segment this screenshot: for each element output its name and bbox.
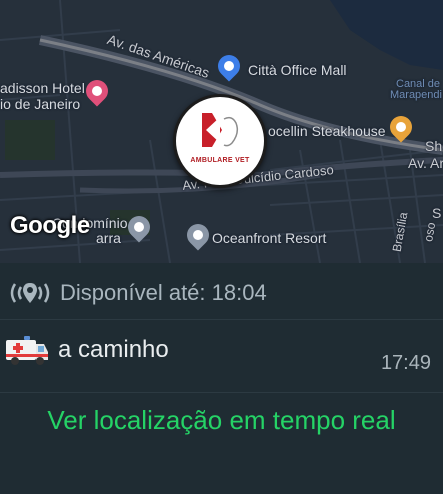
marker-logo-text: AMBULARE VET [190, 157, 250, 164]
poi-label: arra [96, 230, 121, 246]
divider [0, 392, 443, 393]
street-label: Av. Ar [408, 155, 443, 171]
poi-label: io de Janeiro [0, 96, 81, 112]
divider [0, 319, 443, 320]
street-label: Sho [425, 138, 443, 154]
water-label: Marapendi [390, 89, 442, 101]
poi-label: Oceanfront Resort [212, 230, 327, 246]
poi-label: ocellin Steakhouse [268, 123, 386, 139]
caption-text: a caminho [58, 336, 169, 363]
map-preview[interactable]: Av. das Américas Av. Pref. Dulcídio Card… [0, 0, 443, 263]
view-live-location-button[interactable]: Ver localização em tempo real [0, 402, 443, 438]
message-timestamp: 17:49 [380, 352, 431, 374]
live-status: Disponível até: 18:04 [8, 278, 267, 308]
poi-label: adisson Hotel [0, 80, 85, 96]
location-marker: AMBULARE VET [173, 94, 267, 188]
ambulance-emoji-icon [4, 332, 50, 368]
street-label: S [432, 205, 442, 221]
poi-label: Città Office Mall [248, 62, 347, 78]
live-location-icon [8, 280, 52, 306]
availability-text: Disponível até: 18:04 [60, 280, 267, 305]
live-location-message: Av. das Américas Av. Pref. Dulcídio Card… [0, 0, 443, 494]
ambulare-vet-logo-icon [202, 113, 239, 147]
message-caption: a caminho [4, 332, 169, 368]
google-attribution: Google [10, 212, 90, 239]
